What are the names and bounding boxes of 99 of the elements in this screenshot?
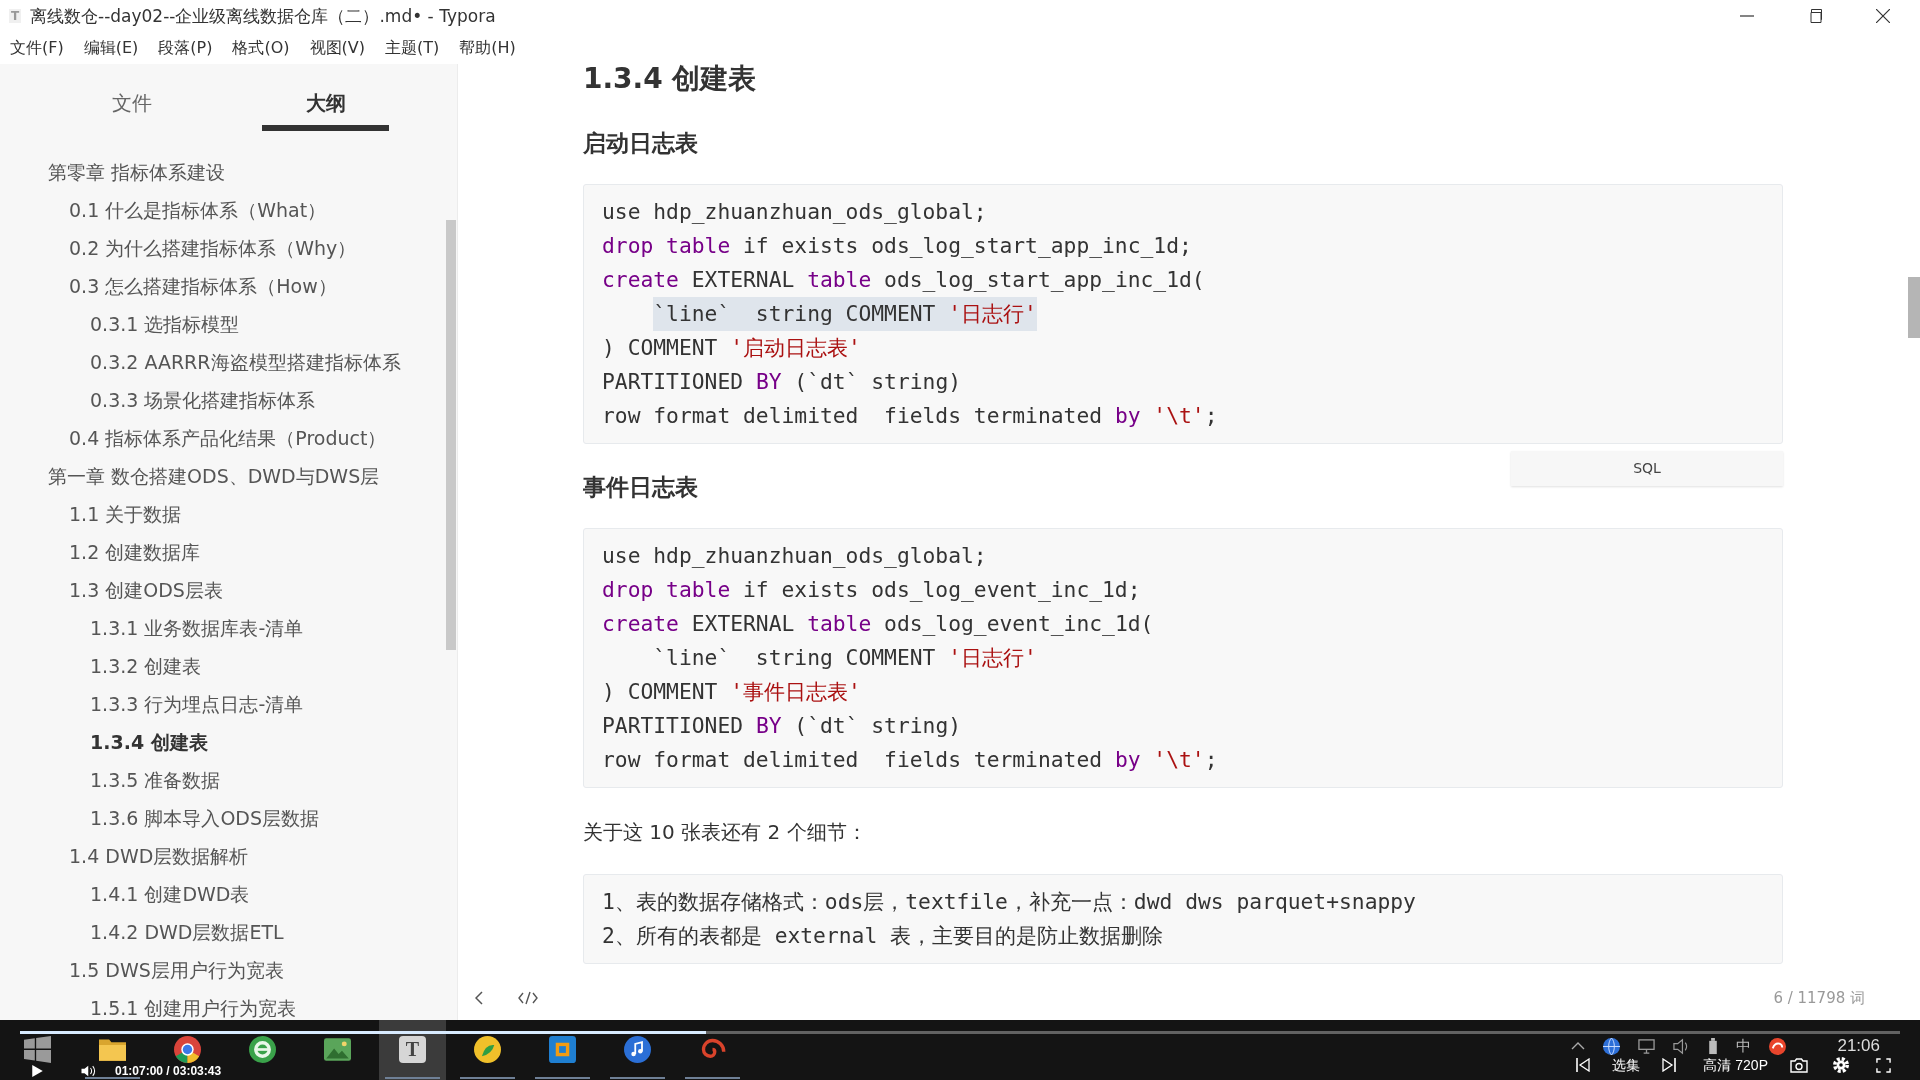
- progress-track[interactable]: [20, 1031, 1900, 1034]
- code-line: row format delimited fields terminated by '\t';: [602, 402, 1218, 430]
- menu-item[interactable]: 主题(T): [384, 37, 440, 59]
- outline-item[interactable]: 1.2 创建数据库: [69, 540, 201, 564]
- outline-item[interactable]: 1.4 DWD层数据解析: [69, 844, 249, 868]
- chevron-left-icon[interactable]: [475, 991, 483, 1005]
- taskbar-app[interactable]: [473, 1035, 502, 1064]
- outline-item[interactable]: 第零章 指标体系建设: [48, 160, 226, 184]
- code-line: drop table if exists ods_log_event_inc_1d;: [602, 576, 1141, 604]
- music-note-icon: [624, 1036, 651, 1063]
- outline-item[interactable]: 1.3.4 创建表: [90, 730, 208, 754]
- menu-item[interactable]: 段落(P): [158, 37, 213, 59]
- battery-icon[interactable]: [1708, 1037, 1719, 1055]
- segmented-circle-icon: [174, 1036, 201, 1063]
- outline-item[interactable]: 1.5.1 创建用户行为宽表: [90, 996, 297, 1020]
- taskbar-app[interactable]: [548, 1035, 577, 1064]
- paragraph: 关于这 10 张表还有 2 个细节：: [583, 819, 867, 846]
- taskbar-app[interactable]: [248, 1035, 277, 1064]
- menu-item[interactable]: 文件(F): [10, 37, 64, 59]
- taskbar-app[interactable]: [323, 1035, 352, 1064]
- outline-item[interactable]: 0.1 什么是指标体系（What）: [69, 198, 327, 222]
- start-icon: [24, 1036, 51, 1063]
- taskbar-app[interactable]: T: [379, 1020, 446, 1080]
- outline-item[interactable]: 1.4.1 创建DWD表: [90, 882, 250, 906]
- globe-icon[interactable]: [1603, 1037, 1621, 1055]
- settings-icon[interactable]: [1833, 1057, 1849, 1073]
- outline-item[interactable]: 1.3.6 脚本导入ODS层数据: [90, 806, 320, 830]
- code-line: 2、所有的表都是 external 表，主要目的是防止数据删除: [602, 922, 1164, 950]
- menu-item[interactable]: 视图(V): [309, 37, 365, 59]
- taskbar-app[interactable]: [623, 1035, 652, 1064]
- sidebar-tab[interactable]: 大纲: [262, 64, 389, 131]
- camera-icon[interactable]: [1790, 1057, 1808, 1073]
- outline-item[interactable]: 1.5 DWS层用户行为宽表: [69, 958, 284, 982]
- play-icon[interactable]: [32, 1065, 43, 1077]
- clock: 21:06: [1837, 1037, 1880, 1055]
- outline-item[interactable]: 1.3.1 业务数据库表-清单: [90, 616, 304, 640]
- close-icon[interactable]: [1876, 9, 1890, 23]
- code-line: create EXTERNAL table ods_log_event_inc_1d(: [602, 610, 1154, 638]
- code-line: use hdp_zhuanzhuan_ods_global;: [602, 542, 987, 570]
- code-line: PARTITIONED BY (`dt` string): [602, 368, 962, 396]
- app-logo: T: [9, 9, 21, 23]
- scrollbar[interactable]: [446, 220, 456, 650]
- outline-item[interactable]: 0.3.1 选指标模型: [90, 312, 240, 336]
- word-count: 6 / 11798 词: [1773, 988, 1865, 1008]
- document-heading: 1.3.4 创建表: [583, 64, 757, 94]
- code-icon[interactable]: [518, 991, 538, 1005]
- volume-icon[interactable]: [81, 1065, 97, 1077]
- input-method-indicator[interactable]: 中: [1736, 1037, 1752, 1055]
- code-block[interactable]: [583, 528, 1783, 788]
- code-line: `line` string COMMENT '日志行': [653, 644, 1037, 672]
- ring-app-icon: [249, 1036, 276, 1063]
- code-line: create EXTERNAL table ods_log_start_app_inc_1d(: [602, 266, 1205, 294]
- outline-item[interactable]: 1.3.2 创建表: [90, 654, 202, 678]
- code-line: 1、表的数据存储格式：ods层，textfile，补充一点：dwd dws parquet+snappy: [602, 888, 1416, 916]
- outline-item[interactable]: 0.3.2 AARRR海盗模型搭建指标体系: [90, 350, 401, 374]
- outline-item[interactable]: 1.3.3 行为埋点日志-清单: [90, 692, 304, 716]
- taskbar-app[interactable]: [23, 1035, 52, 1064]
- outline-item[interactable]: 1.4.2 DWD层数据ETL: [90, 920, 284, 944]
- restore-icon[interactable]: [1808, 9, 1822, 23]
- playback-time: 01:07:00 / 03:03:43: [115, 1065, 222, 1077]
- code-block[interactable]: [583, 184, 1783, 444]
- outline-item[interactable]: 第一章 数仓搭建ODS、DWD与DWS层: [48, 464, 380, 488]
- outline-item[interactable]: 0.3 怎么搭建指标体系（How）: [69, 274, 337, 298]
- code-line: use hdp_zhuanzhuan_ods_global;: [602, 198, 987, 226]
- quality-button[interactable]: 高清 720P: [1703, 1057, 1768, 1073]
- skip-forward-icon[interactable]: [1662, 1058, 1677, 1072]
- menu-item[interactable]: 帮助(H): [459, 37, 516, 59]
- outline-item[interactable]: 0.4 指标体系产品化结果（Product）: [69, 426, 387, 450]
- fullscreen-icon[interactable]: [1876, 1057, 1891, 1073]
- sidebar-tab[interactable]: 文件: [68, 64, 195, 131]
- square-app-icon: [549, 1036, 576, 1063]
- skip-back-icon[interactable]: [1576, 1058, 1591, 1072]
- menu-item[interactable]: 编辑(E): [83, 37, 139, 59]
- code-line: row format delimited fields terminated by '\t';: [602, 746, 1218, 774]
- outline-item[interactable]: 1.1 关于数据: [69, 502, 182, 526]
- language-selector[interactable]: SQL: [1511, 451, 1783, 486]
- folder-icon: [99, 1036, 126, 1063]
- monitor-icon[interactable]: [1638, 1037, 1656, 1055]
- menu-item[interactable]: 格式(O): [232, 37, 290, 59]
- code-line: PARTITIONED BY (`dt` string): [602, 712, 962, 740]
- code-line: drop table if exists ods_log_start_app_inc_1d;: [602, 232, 1192, 260]
- outline-item[interactable]: 0.2 为什么搭建指标体系（Why）: [69, 236, 357, 260]
- outline-item[interactable]: 0.3.3 场景化搭建指标体系: [90, 388, 316, 412]
- section-heading: 启动日志表: [583, 129, 698, 158]
- section-heading: 事件日志表: [583, 473, 698, 502]
- leaf-icon: [474, 1036, 501, 1063]
- outline-item[interactable]: 1.3.5 准备数据: [90, 768, 221, 792]
- chevron-up-icon[interactable]: [1571, 1042, 1586, 1050]
- window-title: 离线数仓--day02--企业级离线数据仓库（二）.md• - Typora: [30, 4, 496, 28]
- scrollbar[interactable]: [1908, 277, 1920, 338]
- app-logo: T: [399, 1036, 426, 1063]
- episodes-button[interactable]: 选集: [1612, 1057, 1641, 1073]
- code-line: ) COMMENT '事件日志表': [602, 678, 861, 706]
- taskbar-app[interactable]: [173, 1035, 202, 1064]
- code-line: ) COMMENT '启动日志表': [602, 334, 861, 362]
- arc-icon[interactable]: [1769, 1037, 1787, 1055]
- code-block[interactable]: 1、表的数据存储格式：ods层，textfile，补充一点：dwd dws parquet+snappy 2、所有的表都是 external 表，主要目的是防止数据删除: [583, 874, 1783, 964]
- picture-icon: [324, 1036, 351, 1063]
- outline-item[interactable]: 1.3 创建ODS层表: [69, 578, 223, 602]
